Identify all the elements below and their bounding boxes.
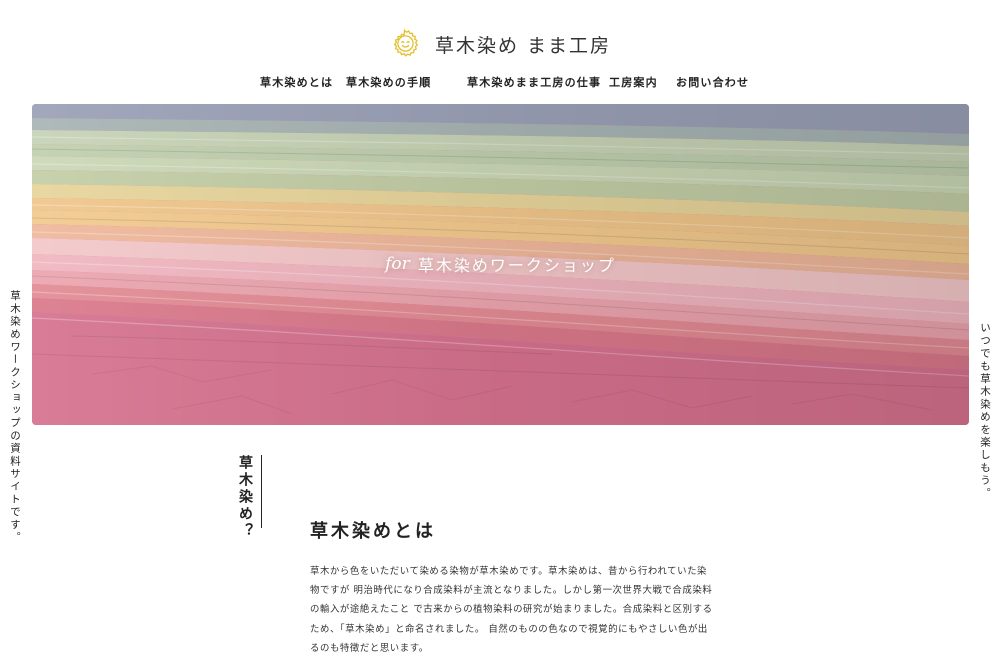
hero-caption: for 草木染めワークショップ xyxy=(32,252,969,276)
nav-item-contact[interactable]: お問い合わせ xyxy=(676,74,749,90)
nav-item-procedure[interactable]: 草木染めの手順 xyxy=(346,74,431,90)
hero-caption-prefix: for xyxy=(385,254,410,274)
logo-group[interactable]: 草木染め まま工房 xyxy=(385,23,611,65)
section-divider xyxy=(261,455,262,528)
nav-item-work[interactable]: 草木染めまま工房の仕事 xyxy=(467,74,601,90)
smiling-sun-icon xyxy=(393,28,419,57)
side-tagline-left: 草木染めワークショップの資料サイトです。 xyxy=(9,290,21,544)
nav-item-about[interactable]: 草木染めとは xyxy=(260,74,333,90)
body-line: 草木から色をいただいて染める染物が草木染めです。草木染めは、昔から行われていた染 xyxy=(310,566,708,577)
side-tagline-right: いつでも草木染めを楽しもう。 xyxy=(979,322,991,500)
hero-image: for 草木染めワークショップ xyxy=(32,104,969,425)
logo-text: 草木染め まま工房 xyxy=(434,34,612,57)
body-line: の輸入が途絶えたこと で古来からの植物染料の研究が始まりました。合成染料と区別す… xyxy=(310,604,713,616)
body-line: ため、「草木染め」と命名されました。 自然のものの色なので視覚的にもやさしい色が… xyxy=(310,623,708,635)
body-line: るのも特徴だと思います。 xyxy=(310,642,429,654)
section-heading: 草木染めとは xyxy=(310,521,436,542)
section-body: 草木から色をいただいて染める染物が草木染めです。草木染めは、昔から行われていた染… xyxy=(310,562,713,658)
section-label: 草木染め？ xyxy=(237,455,253,540)
nav-item-studio[interactable]: 工房案内 xyxy=(609,74,658,90)
site-logo[interactable]: 草木染め まま工房 xyxy=(0,22,1000,66)
hero-caption-title: 草木染めワークショップ xyxy=(417,256,616,275)
body-line: 物ですが 明治時代になり合成染料が主流となりました。しかし第一次世界大戦で合成染… xyxy=(310,585,713,597)
